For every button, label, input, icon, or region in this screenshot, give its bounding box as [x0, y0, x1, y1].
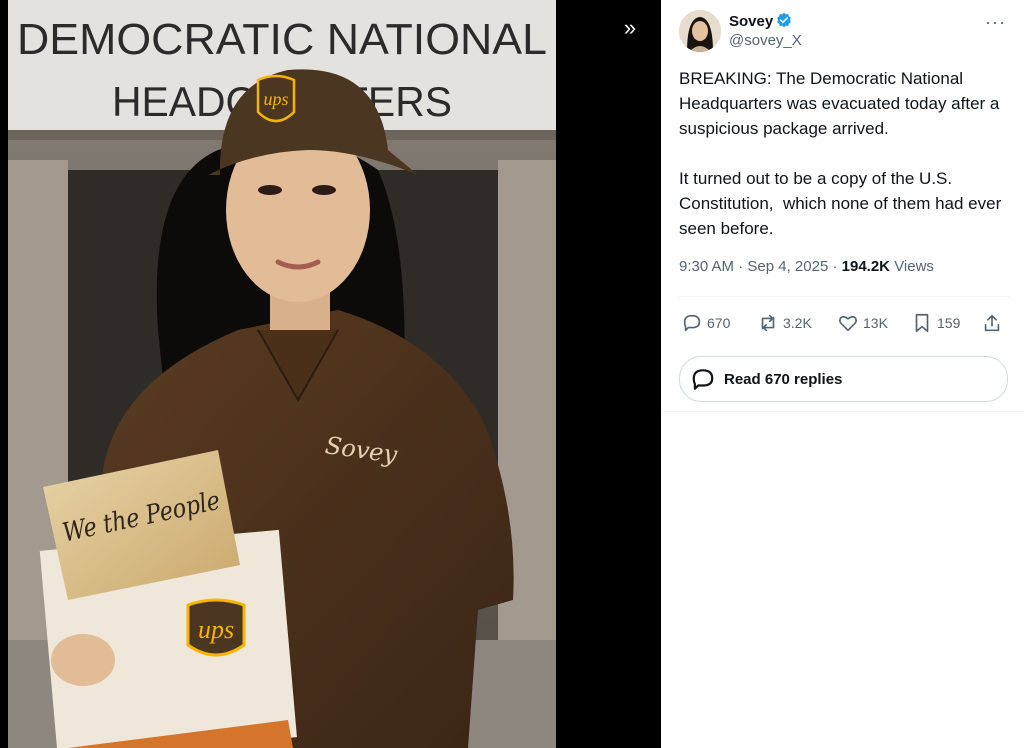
like-count: 13K [863, 315, 888, 331]
user-handle[interactable]: @sovey_X [729, 32, 802, 49]
more-options-icon[interactable]: ··· [985, 12, 1006, 33]
post-photo[interactable]: DEMOCRATIC NATIONAL HEADQUARTERS ups Sov… [8, 0, 556, 748]
share-button[interactable] [981, 308, 1003, 338]
repost-count: 3.2K [783, 315, 812, 331]
divider [679, 296, 1010, 297]
views-label: Views [894, 258, 934, 275]
reply-icon [683, 314, 701, 332]
bookmark-count: 159 [937, 315, 961, 331]
photo-illustration: DEMOCRATIC NATIONAL HEADQUARTERS ups Sov… [8, 0, 556, 748]
post-text: BREAKING: The Democratic National Headqu… [679, 69, 1002, 238]
like-button[interactable]: 13K [837, 308, 888, 338]
cap-logo-text: ups [263, 89, 288, 109]
views-count: 194.2K [841, 258, 891, 275]
post-date[interactable]: Sep 4, 2025 [747, 258, 828, 275]
avatar-image [679, 10, 721, 52]
read-replies-label: Read 670 replies [724, 370, 843, 388]
sign-line-1: DEMOCRATIC NATIONAL [17, 15, 547, 64]
heart-icon [839, 315, 857, 332]
repost-button[interactable]: 3.2K [757, 308, 812, 338]
repost-icon [761, 314, 775, 332]
verified-badge-icon [777, 12, 792, 28]
post-time[interactable]: 9:30 AM [679, 258, 734, 275]
reply-button[interactable]: 670 [681, 308, 730, 338]
read-replies-button[interactable]: Read 670 replies [679, 356, 1008, 402]
divider [661, 411, 1024, 412]
bookmark-button[interactable]: 159 [911, 308, 960, 338]
post-header: Sovey @sovey_X ··· [679, 10, 1010, 52]
reply-count: 670 [707, 315, 731, 331]
action-bar: 670 3.2K 13K 159 [679, 308, 1010, 338]
display-name-text: Sovey [729, 13, 774, 30]
media-pane: DEMOCRATIC NATIONAL HEADQUARTERS ups Sov… [0, 0, 661, 748]
display-name[interactable]: Sovey [729, 12, 792, 30]
post-meta: 9:30 AM · Sep 4, 2025 · 194.2K Views [679, 258, 934, 275]
share-icon [984, 314, 1000, 332]
post-detail-panel: Sovey @sovey_X ··· BREAKING: The Democra… [661, 0, 1024, 748]
envelope-logo-text: ups [198, 615, 234, 644]
reply-bubble-icon [692, 369, 714, 390]
bookmark-icon [915, 313, 929, 333]
avatar[interactable] [679, 10, 721, 52]
expand-icon[interactable]: » [618, 16, 642, 40]
